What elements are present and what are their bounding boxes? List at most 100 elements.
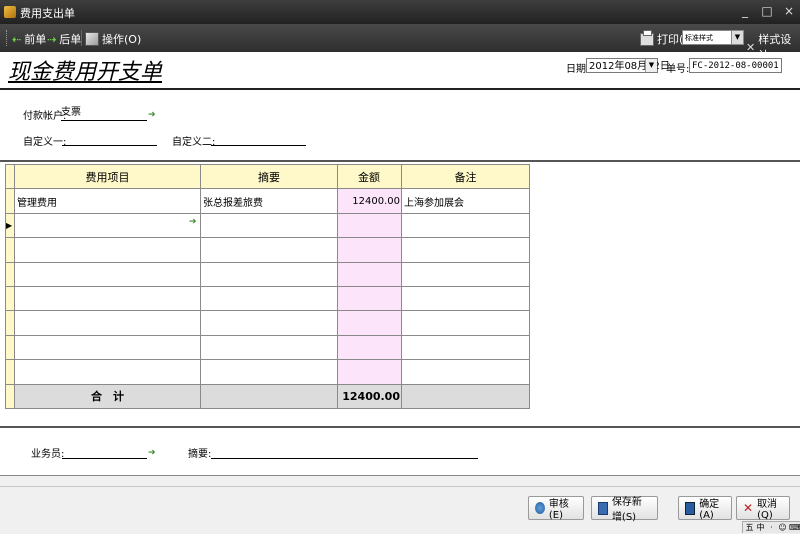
cell-note[interactable]: 上海参加展会 (401, 188, 530, 214)
cell-note[interactable] (401, 237, 530, 263)
table-row[interactable] (5, 310, 530, 336)
cell-note[interactable] (401, 261, 530, 287)
custom2-field[interactable] (211, 131, 306, 146)
lookup-icon[interactable]: ➔ (148, 111, 157, 120)
cell-note[interactable] (401, 310, 530, 336)
save-icon (685, 501, 696, 515)
date-picker[interactable]: 2012年08月12日 ▼ (586, 58, 670, 73)
cell-item[interactable]: ➔ (14, 212, 201, 239)
title-bar: 费用支出单 _ □ × (0, 0, 800, 24)
cell-amount[interactable] (337, 237, 402, 263)
close-button[interactable]: × (782, 4, 796, 18)
cell-amount[interactable] (337, 212, 402, 239)
cell-item[interactable] (14, 285, 201, 312)
next-button[interactable]: ⇢ 后单 (47, 31, 81, 47)
cell-item[interactable] (14, 334, 201, 361)
ime-tray: 五 中 · ☺ ⌨ (742, 521, 800, 533)
arrow-left-icon: ⇠ (12, 32, 22, 46)
column-header[interactable]: 金额 (337, 163, 402, 190)
cell-summary[interactable] (200, 359, 338, 385)
cell-item[interactable] (14, 359, 201, 385)
table-row[interactable] (5, 237, 530, 263)
remark-field[interactable] (211, 444, 478, 459)
cell-note[interactable] (401, 285, 530, 312)
save-new-button[interactable]: 保存新增(S) (591, 496, 658, 523)
table-row[interactable] (5, 359, 530, 385)
lookup-icon[interactable]: ➔ (189, 217, 198, 227)
ime-lang-icon[interactable]: 中 (756, 522, 765, 533)
arrow-right-icon: ⇢ (47, 32, 57, 46)
cell-summary[interactable] (200, 212, 338, 239)
table-row[interactable] (5, 334, 530, 361)
column-header[interactable]: 备注 (401, 163, 530, 190)
footer-bar: 审核(E) 保存新增(S) 确定(A) ✕ 取消(Q) (0, 486, 800, 534)
custom1-field[interactable] (62, 131, 157, 146)
cell-summary[interactable] (200, 310, 338, 336)
cell-summary[interactable] (200, 237, 338, 263)
table-row[interactable]: 管理费用 张总报差旅费 12400.00 上海参加展会 (5, 188, 530, 214)
cell-item-text (15, 220, 17, 231)
cell-summary[interactable]: 张总报差旅费 (200, 188, 338, 214)
cell-amount[interactable] (337, 334, 402, 361)
maximize-button[interactable]: □ (760, 4, 774, 18)
cell-item[interactable] (14, 310, 201, 336)
cell-summary[interactable] (200, 334, 338, 361)
ime-keyboard-icon[interactable]: ⌨ (789, 522, 800, 533)
row-indicator (5, 188, 15, 214)
chevron-down-icon[interactable]: ▼ (731, 31, 743, 44)
ime-punct-icon[interactable]: · (767, 522, 776, 533)
lookup-icon[interactable]: ➔ (148, 449, 157, 458)
cell-amount[interactable]: 12400.00 (337, 188, 402, 214)
operations-button[interactable]: 操作(O) (85, 31, 141, 47)
column-header[interactable]: 摘要 (200, 163, 338, 190)
total-row: 合 计 12400.00 (5, 383, 530, 409)
print-style-select[interactable]: 标准样式 ▼ (682, 30, 744, 45)
form-bottom: 业务员: ➔ 摘要: (0, 428, 800, 476)
printer-icon (640, 29, 654, 46)
chevron-down-icon[interactable]: ▼ (645, 59, 657, 72)
cell-item[interactable]: 管理费用 (14, 188, 201, 214)
cell-amount[interactable] (337, 359, 402, 385)
ok-label: 确定(A) (699, 499, 720, 521)
ime-mode-icon[interactable]: 五 (745, 522, 754, 533)
operations-label: 操作(O) (102, 33, 142, 46)
number-field[interactable]: FC-2012-08-00001 (689, 58, 782, 73)
toolbar-separator (81, 30, 82, 46)
table-row[interactable]: ▶ ➔ (5, 212, 530, 239)
cell-note[interactable] (401, 359, 530, 385)
cancel-button[interactable]: ✕ 取消(Q) (736, 496, 790, 521)
cell-item[interactable] (14, 237, 201, 263)
minimize-button[interactable]: _ (738, 4, 752, 18)
current-row-arrow-icon: ▶ (5, 212, 15, 239)
column-header[interactable]: 费用项目 (14, 163, 201, 190)
heading-area: 现金费用开支单 日期: 2012年08月12日 ▼ 单号: FC-2012-08… (0, 52, 800, 90)
operations-icon (85, 32, 99, 46)
floppy-disk-icon (598, 501, 608, 515)
app-icon (4, 6, 16, 18)
total-amount: 12400.00 (337, 383, 402, 409)
ime-emoji-icon[interactable]: ☺ (778, 522, 787, 533)
prev-button[interactable]: ⇠ 前单 (12, 31, 46, 47)
remark-label: 摘要: (188, 449, 212, 460)
salesperson-label: 业务员: (31, 449, 65, 460)
cell-summary[interactable] (200, 285, 338, 312)
salesperson-field[interactable] (62, 444, 147, 459)
table-row[interactable] (5, 285, 530, 312)
table-row[interactable] (5, 261, 530, 287)
cell-amount[interactable] (337, 310, 402, 336)
save-new-label: 保存新增(S) (611, 497, 642, 523)
approve-button[interactable]: 审核(E) (528, 496, 584, 521)
account-field[interactable]: 支票 (61, 106, 147, 121)
row-indicator (5, 310, 15, 336)
ok-button[interactable]: 确定(A) (678, 496, 732, 521)
date-value: 2012年08月12日 (589, 61, 670, 72)
row-indicator (5, 285, 15, 312)
cell-amount[interactable] (337, 285, 402, 312)
cell-note[interactable] (401, 334, 530, 361)
cell-note[interactable] (401, 212, 530, 239)
print-style-value: 标准样式 (685, 34, 713, 42)
cell-amount[interactable] (337, 261, 402, 287)
cell-item[interactable] (14, 261, 201, 287)
cell-summary-text: 张总报差旅费 (203, 197, 263, 209)
cell-summary[interactable] (200, 261, 338, 287)
